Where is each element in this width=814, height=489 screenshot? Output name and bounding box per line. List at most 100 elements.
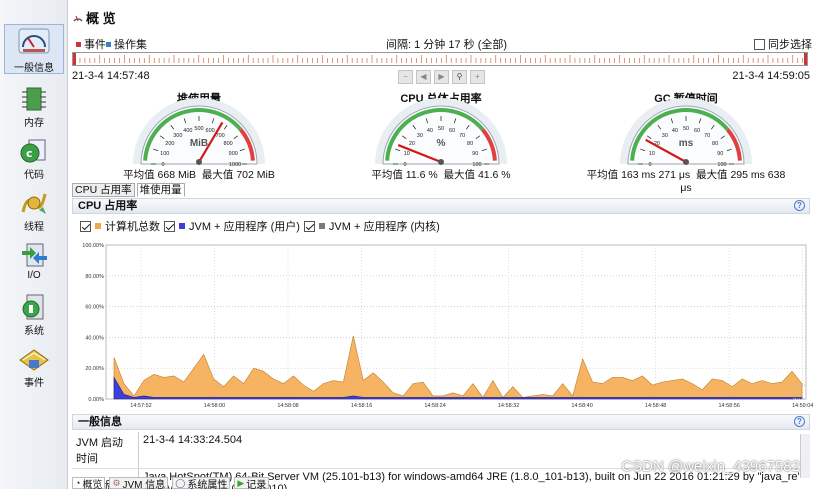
jmc-app: 一般信息 内存 c 代码 线程 I/O 系统 事件 概 览 事件 操作集 间隔:… — [0, 0, 814, 489]
timeline-range-slider[interactable] — [72, 52, 808, 66]
x-tick-label: 14:59:04 — [792, 403, 813, 409]
jvm-icon: ⚙ — [112, 477, 121, 488]
zoom-out-button[interactable]: − — [398, 70, 413, 84]
tab-recording[interactable]: ▶ 记录 — [234, 477, 270, 489]
chart-tabs: CPU 占用率 堆使用量 — [72, 183, 185, 197]
sidebar-item-io[interactable]: I/O — [4, 240, 64, 290]
tab-label: JVM 信息 — [122, 479, 166, 489]
avg-label: 平均值 — [586, 169, 619, 181]
max-value: 702 MiB — [236, 169, 275, 181]
sidebar-item-code[interactable]: c 代码 — [4, 136, 64, 186]
gauge-tick-label: 10 — [404, 151, 410, 157]
tab-system-properties[interactable]: ◯ 系统属性 — [172, 477, 231, 489]
range-end: 21-3-4 14:59:05 — [732, 70, 810, 82]
legend-label: 计算机总数 — [105, 221, 160, 233]
sidebar: 一般信息 内存 c 代码 线程 I/O 系统 事件 — [0, 0, 68, 489]
scroll-left-button[interactable]: ◀ — [416, 70, 431, 84]
tab-heap-usage[interactable]: 堆使用量 — [136, 183, 185, 197]
sidebar-item-label: 线程 — [24, 222, 44, 233]
sidebar-item-memory[interactable]: 内存 — [4, 84, 64, 134]
avg-value: 163 ms 271 μs — [621, 169, 691, 181]
max-label: 最大值 — [201, 169, 234, 181]
range-handle-left[interactable] — [73, 53, 76, 65]
y-tick-label: 60.00% — [85, 305, 104, 311]
sidebar-item-system[interactable]: 系统 — [4, 292, 64, 342]
sidebar-item-label: 代码 — [24, 170, 44, 181]
gauge-tick-label: 0 — [403, 162, 406, 166]
max-label: 最大值 — [696, 169, 728, 181]
gauge-tick-label: 0 — [161, 162, 164, 166]
gauge-tick-label: 20 — [409, 141, 415, 147]
gauge-tick-label: 70 — [459, 133, 465, 139]
gauge-tick-label: 100 — [472, 162, 481, 166]
gauge-tick-label: 50 — [438, 126, 444, 132]
tab-label: 概览 — [82, 479, 103, 489]
sidebar-item-threads[interactable]: 线程 — [4, 188, 64, 238]
legend-checkbox-user[interactable] — [164, 220, 175, 232]
operation-sets-toggle[interactable]: 操作集 — [106, 36, 147, 52]
legend-checkbox-total[interactable] — [80, 220, 91, 232]
help-icon[interactable]: ? — [794, 200, 805, 211]
range-start: 21-3-4 14:57:48 — [72, 70, 150, 82]
tab-overview[interactable]: ◔ 概览 — [72, 477, 106, 489]
operation-sets-label: 操作集 — [114, 39, 147, 51]
legend-swatch — [95, 223, 101, 229]
svg-text:c: c — [26, 147, 33, 160]
x-tick-label: 14:58:08 — [277, 403, 298, 409]
sidebar-item-events[interactable]: 事件 — [4, 344, 64, 394]
timeline-ticks — [73, 53, 807, 65]
gauge-stats: 平均值 163 ms 271 μs 最大值 295 ms 638 μs — [581, 167, 791, 194]
x-tick-label: 14:58:48 — [645, 403, 666, 409]
info-scrollbar[interactable] — [800, 434, 810, 478]
range-handle-right[interactable] — [804, 53, 807, 65]
gauge-tick-label: 400 — [183, 128, 192, 134]
system-icon — [22, 294, 44, 320]
max-value: 41.6 % — [477, 169, 511, 181]
cpu-panel-header: CPU 占用率 ? — [72, 198, 810, 214]
info-panel-title: 一般信息 — [78, 416, 122, 428]
x-tick-label: 14:58:16 — [351, 403, 372, 409]
y-tick-label: 80.00% — [85, 274, 104, 280]
legend-checkbox-kernel[interactable] — [303, 220, 315, 232]
y-tick-label: 20.00% — [85, 366, 104, 372]
avg-label: 平均值 — [123, 169, 155, 181]
memory-chip-icon — [22, 87, 46, 111]
sync-select-checkbox[interactable]: 同步选择 — [754, 36, 812, 52]
legend-swatch — [179, 223, 185, 229]
checkbox-icon — [754, 38, 765, 50]
info-label: JVM 启动时间 — [76, 437, 124, 465]
cpu-usage-chart[interactable]: 100.00% 80.00% 60.00% 40.00% 20.00% 0.00% 14:5… — [68, 233, 814, 413]
gauge-unit: % — [437, 138, 446, 149]
operation-set-marker-icon — [106, 41, 111, 47]
gauge-tick-label: 300 — [173, 133, 182, 139]
gauge-tick-label: 80 — [467, 141, 473, 147]
gauge-tick-label: 1000 — [229, 162, 241, 166]
gauge-dial: 010203040 50 60708090100ms — [620, 98, 752, 166]
gauge-tick-label: 0 — [648, 162, 651, 166]
gauge-dial: 0100200300400 500 6007008009001000MiB — [133, 98, 265, 166]
gauge-dial: 010203040 50 60708090100% — [375, 98, 507, 166]
gauge-tick-label: 200 — [165, 141, 174, 147]
tab-jvm-info[interactable]: ⚙ JVM 信息 — [109, 477, 169, 489]
gauge-tick-label: 500 — [194, 126, 203, 132]
tab-label: 记录 — [246, 479, 267, 489]
zoom-select-button[interactable]: ⚲ — [452, 70, 467, 84]
properties-icon: ◯ — [175, 477, 186, 488]
sidebar-item-general[interactable]: 一般信息 — [4, 24, 64, 74]
gauge-tick-label: 100 — [160, 151, 169, 157]
gauge-icon — [18, 28, 50, 54]
tab-cpu-usage[interactable]: CPU 占用率 — [72, 183, 135, 197]
sidebar-item-label: I/O — [27, 270, 41, 281]
interval-text: 间隔: 1 分钟 17 秒 (全部) — [386, 39, 508, 51]
gauge-tick-label: 100 — [717, 162, 726, 166]
scroll-right-button[interactable]: ▶ — [434, 70, 449, 84]
gauge-tick-label: 60 — [449, 128, 455, 134]
events-toggle[interactable]: 事件 — [76, 36, 106, 52]
events-icon — [19, 349, 49, 371]
zoom-in-button[interactable]: + — [470, 70, 485, 84]
cpu-panel-title: CPU 占用率 — [78, 200, 138, 212]
io-icon — [22, 243, 47, 267]
y-tick-label: 100.00% — [82, 243, 104, 249]
help-icon[interactable]: ? — [794, 416, 805, 427]
y-tick-label: 0.00% — [88, 397, 104, 403]
